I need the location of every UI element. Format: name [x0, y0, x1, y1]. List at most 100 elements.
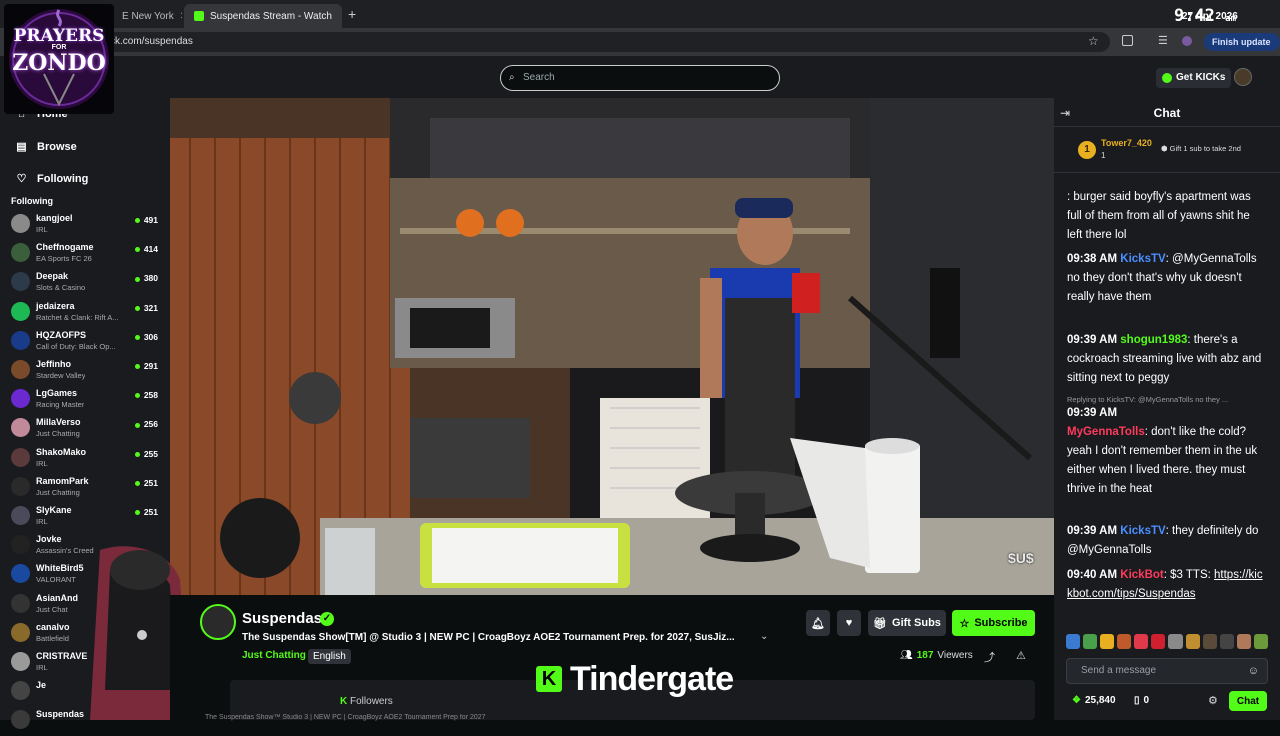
- followed-channel-item[interactable]: MillaVerso Just Chatting 256: [0, 415, 170, 444]
- channel-avatar: [11, 243, 30, 263]
- channel-avatar: [11, 418, 30, 438]
- chat-timestamp: 09:38 AM: [1067, 253, 1118, 265]
- browse-icon: ▤: [16, 141, 27, 153]
- get-kicks-button[interactable]: Get KICKs: [1156, 68, 1232, 88]
- emote-icon[interactable]: [1134, 634, 1149, 649]
- chat-username[interactable]: MyGennaTolls: [1067, 426, 1145, 438]
- emote-icon[interactable]: [1083, 634, 1098, 649]
- chat-message-text: : burger said boyfly's apartment was ful…: [1067, 191, 1251, 241]
- user-avatar[interactable]: [1234, 68, 1252, 86]
- sidebar-item-following[interactable]: ♡ Following: [16, 172, 89, 186]
- channel-name: Cheffnogame: [36, 242, 94, 253]
- chat-timestamp: 09:39 AM: [1067, 407, 1118, 419]
- followed-channel-item[interactable]: kangjoel IRL 491: [0, 211, 170, 240]
- channel-avatar: [11, 360, 30, 379]
- kicks-amount: 25,840: [1084, 695, 1116, 706]
- chat-username[interactable]: KickBot: [1120, 569, 1163, 581]
- chat-username[interactable]: shogun1983: [1120, 334, 1187, 346]
- video-player[interactable]: $U$: [170, 98, 1054, 595]
- profile-avatar[interactable]: [1182, 36, 1192, 46]
- emote-icon[interactable]: [1066, 634, 1081, 649]
- search-input[interactable]: ⌕ Search: [500, 65, 780, 91]
- emote-icon[interactable]: [1100, 634, 1115, 649]
- stream-category[interactable]: Just Chatting: [242, 650, 306, 661]
- reply-context[interactable]: Replying to KicksTV: @MyGennaTolls no th…: [1067, 395, 1228, 404]
- followed-channel-item[interactable]: HQZAOFPS Call of Duty: Black Op... 306: [0, 328, 170, 357]
- reading-list-icon[interactable]: ☰: [1158, 34, 1168, 47]
- channel-avatar[interactable]: [200, 604, 236, 640]
- share-icon[interactable]: ⤴: [984, 649, 995, 665]
- chat-timestamp: 09:39 AM: [1067, 334, 1118, 346]
- leaderboard-name[interactable]: Tower7_420: [1101, 138, 1152, 148]
- notification-bell-button[interactable]: 🔔︎: [806, 610, 830, 636]
- channel-category: Stardew Valley: [36, 371, 86, 380]
- followed-channel-item[interactable]: ShakoMako IRL 255: [0, 445, 170, 474]
- kicks-balance[interactable]: ❖ 25,840: [1072, 695, 1116, 706]
- chat-message-text: : $3 TTS:: [1163, 569, 1215, 581]
- chat-username[interactable]: KicksTV: [1120, 525, 1165, 537]
- followed-channel-item[interactable]: jedaizera Ratchet & Clank: Rift A... 321: [0, 299, 170, 328]
- emote-icon[interactable]: [1185, 634, 1200, 649]
- channel-category: Just Chat: [36, 604, 68, 614]
- live-viewer-count: 321: [135, 303, 158, 313]
- channel-name: Jeffinho: [36, 359, 71, 369]
- extensions-icon[interactable]: [1122, 35, 1133, 46]
- followed-channel-item[interactable]: SlyKane IRL 251: [0, 503, 170, 532]
- followed-channel-item[interactable]: Cheffnogame EA Sports FC 26 414: [0, 240, 170, 269]
- channel-points[interactable]: ▯ 0: [1134, 695, 1149, 706]
- address-bar[interactable]: ck.com/suspendas: [100, 32, 1110, 52]
- live-viewer-count: 491: [135, 215, 158, 225]
- leaderboard-rank-badge: 1: [1078, 141, 1096, 159]
- emote-icon[interactable]: [1219, 634, 1234, 649]
- channel-category: Battlefield: [36, 633, 69, 643]
- language-tag[interactable]: English: [308, 649, 351, 664]
- subscribe-button[interactable]: ☆ Subscribe: [952, 610, 1035, 636]
- star-icon: ☆: [959, 617, 970, 630]
- emoji-picker-icon[interactable]: ☺: [1248, 659, 1259, 683]
- chat-username[interactable]: KicksTV: [1120, 253, 1165, 265]
- chat-divider: [1054, 126, 1280, 127]
- channel-name: kangjoel: [36, 213, 73, 223]
- report-icon[interactable]: ⚠: [1016, 649, 1026, 662]
- channel-avatar: [11, 593, 30, 613]
- caption-text: Tindergate: [570, 659, 734, 698]
- followed-channel-item[interactable]: Jeffinho Stardew Valley 291: [0, 357, 170, 386]
- browser-tab-active[interactable]: Suspendas Stream - Watch 🔊 ✕: [184, 4, 342, 28]
- bookmark-star-icon[interactable]: ☆: [1088, 34, 1099, 48]
- sidebar-item-browse[interactable]: ▤ Browse: [16, 140, 77, 154]
- browser-tab-inactive[interactable]: E New York ✕: [112, 4, 182, 28]
- caption-overlay: K Tindergate: [536, 659, 734, 699]
- followed-channel-item[interactable]: LgGames Racing Master 258: [0, 386, 170, 415]
- heart-icon: ♥: [845, 617, 853, 629]
- channel-avatar: [11, 476, 30, 496]
- finish-update-button[interactable]: Finish update ⋮: [1204, 33, 1280, 65]
- followers-count: K Followers: [340, 696, 393, 707]
- emote-icon[interactable]: [1168, 634, 1183, 649]
- followed-channel-item[interactable]: RamomPark Just Chatting 251: [0, 474, 170, 503]
- channel-avatar: [11, 681, 30, 701]
- emote-icon[interactable]: [1151, 634, 1166, 649]
- gift-sub-hint[interactable]: ⬢ Gift 1 sub to take 2nd: [1161, 144, 1241, 153]
- channel-avatar: [11, 272, 30, 292]
- nav-label: Browse: [37, 140, 77, 153]
- channel-avatar: [11, 301, 30, 321]
- new-tab-button[interactable]: +: [348, 6, 356, 22]
- emote-icon[interactable]: [1236, 634, 1251, 649]
- chat-message: 09:39 AM KicksTV: they definitely do @My…: [1067, 522, 1263, 560]
- chat-input[interactable]: Send a message ☺: [1066, 658, 1268, 684]
- followed-channel-item[interactable]: Deepak Slots & Casino 380: [0, 269, 170, 298]
- follow-button[interactable]: ♥: [837, 610, 861, 636]
- chat-settings-gear-icon[interactable]: ⚙: [1208, 694, 1218, 707]
- close-tab-icon[interactable]: ✕: [180, 11, 182, 22]
- chat-send-button[interactable]: Chat: [1229, 691, 1267, 711]
- channel-name[interactable]: Suspendas: [242, 610, 322, 627]
- chevron-down-icon[interactable]: ⌄: [760, 631, 768, 642]
- emote-icon[interactable]: [1202, 634, 1217, 649]
- live-viewer-count: 258: [135, 390, 158, 400]
- chat-message: 09:38 AM KicksTV: @MyGennaTolls no they …: [1067, 250, 1263, 307]
- emote-row: [1066, 634, 1268, 652]
- emote-icon[interactable]: [1117, 634, 1132, 649]
- gift-subs-button[interactable]: 🎁︎ Gift Subs: [868, 610, 946, 636]
- gift-icon: 🎁︎: [873, 617, 888, 630]
- emote-icon[interactable]: [1253, 634, 1268, 649]
